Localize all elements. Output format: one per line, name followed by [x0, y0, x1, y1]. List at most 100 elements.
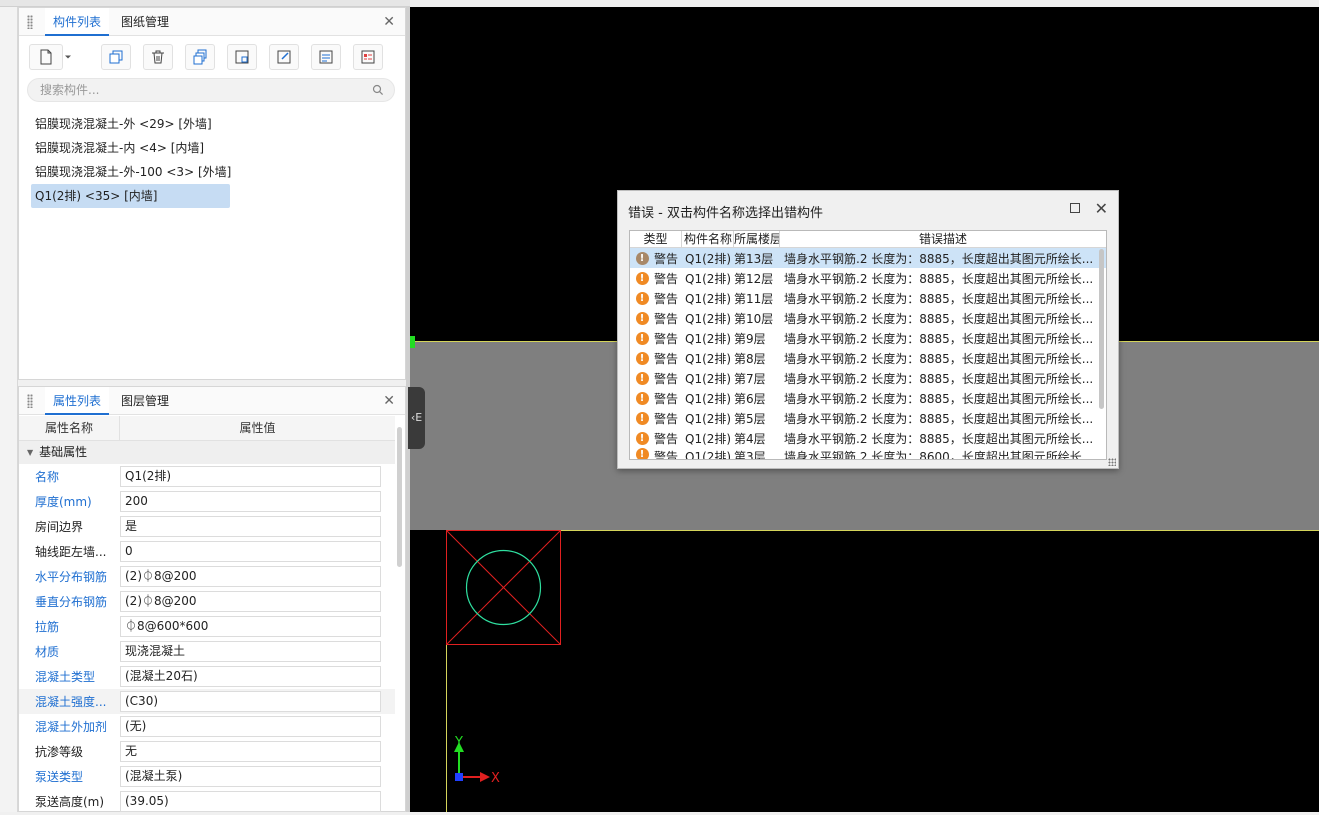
column-header-type[interactable]: 类型 — [630, 231, 682, 247]
warning-icon: ! — [635, 351, 649, 365]
property-value[interactable]: 200 — [120, 491, 381, 512]
list-item[interactable]: 铝膜现浇混凝土-外 <29> [外墙] — [31, 112, 391, 136]
list-item[interactable]: 铝膜现浇混凝土-内 <4> [内墙] — [31, 136, 391, 160]
close-icon[interactable]: ✕ — [1095, 199, 1108, 218]
property-panel-tabs: 属性列表 图层管理 ✕ — [19, 387, 405, 415]
table-row[interactable]: ! 警告 Q1(2排) 第6层 墙身水平钢筋.2 长度为：8885，长度超出其图元所绘长… — [630, 388, 1106, 408]
property-value[interactable]: ⏀8@600*600 — [120, 616, 381, 637]
edit-button[interactable] — [269, 44, 299, 70]
property-value[interactable]: 无 — [120, 741, 381, 762]
property-value[interactable]: (无) — [120, 716, 381, 737]
row-desc: 墙身水平钢筋.2 长度为：8885，长度超出其图元所绘长... — [784, 371, 1094, 386]
resize-grip-icon[interactable] — [1108, 458, 1116, 466]
table-row: 拉筋 ⏀8@600*600 — [19, 614, 395, 639]
property-value[interactable]: (2)⏀8@200 — [120, 591, 381, 612]
property-value[interactable]: 是 — [120, 516, 381, 537]
row-name[interactable]: Q1(2排) — [682, 370, 734, 387]
row-desc: 墙身水平钢筋.2 长度为：8885，长度超出其图元所绘长... — [784, 431, 1094, 446]
property-value[interactable]: (混凝土泵) — [120, 766, 381, 787]
row-type: 警告 — [654, 311, 679, 326]
property-name: 材质 — [35, 645, 60, 659]
row-type: 警告 — [654, 271, 679, 286]
column-header-desc[interactable]: 错误描述 — [780, 231, 1106, 247]
column-header-name[interactable]: 构件名称 — [682, 231, 734, 247]
tab-component-list[interactable]: 构件列表 — [45, 8, 110, 36]
panel-collapse-tab[interactable]: ‹E — [408, 387, 425, 449]
property-name: 混凝土外加剂 — [35, 720, 108, 734]
list-item[interactable]: 铝膜现浇混凝土-外-100 <3> [外墙] — [31, 160, 391, 184]
row-name[interactable]: Q1(2排) — [682, 330, 734, 347]
row-type: 警告 — [654, 411, 679, 426]
row-name[interactable]: Q1(2排) — [682, 390, 734, 407]
row-floor: 第11层 — [734, 291, 774, 306]
tab-layer-manage[interactable]: 图层管理 — [113, 387, 177, 415]
collapse-arrow-icon[interactable]: ▼ — [27, 441, 33, 464]
property-value[interactable]: (2)⏀8@200 — [120, 566, 381, 587]
table-row[interactable]: ! 警告 Q1(2排) 第3层 墙身水平钢筋.2 长度为：8600，长度超出其图元所绘长… — [630, 448, 1106, 459]
maximize-icon[interactable] — [1070, 203, 1080, 213]
new-dropdown-button[interactable] — [63, 44, 73, 70]
green-grip-marker[interactable] — [410, 336, 415, 348]
report-button[interactable] — [353, 44, 383, 70]
row-desc: 墙身水平钢筋.2 长度为：8885，长度超出其图元所绘长... — [784, 271, 1094, 286]
list-item-selected[interactable]: Q1(2排) <35> [内墙] — [31, 184, 230, 208]
drag-grip-icon[interactable] — [27, 15, 33, 29]
table-row: 垂直分布钢筋 (2)⏀8@200 — [19, 589, 395, 614]
row-floor: 第8层 — [734, 351, 766, 366]
property-value[interactable]: (39.05) — [120, 791, 381, 812]
drag-grip-icon[interactable] — [27, 394, 33, 408]
property-value[interactable]: 0 — [120, 541, 381, 562]
tab-drawing-manage[interactable]: 图纸管理 — [113, 8, 177, 36]
row-name[interactable]: Q1(2排) — [682, 430, 734, 447]
copy-button[interactable] — [101, 44, 131, 70]
table-row: 轴线距左墙... 0 — [19, 539, 395, 564]
component-panel-tabs: 构件列表 图纸管理 ✕ — [19, 8, 405, 36]
row-name[interactable]: Q1(2排) — [682, 270, 734, 287]
row-name[interactable]: Q1(2排) — [682, 448, 734, 459]
close-icon[interactable]: ✕ — [383, 14, 395, 30]
warning-icon: ! — [635, 271, 649, 285]
column-header-floor[interactable]: 所属楼层 — [734, 231, 780, 247]
table-row: 名称 Q1(2排) — [19, 464, 395, 489]
new-component-button[interactable] — [29, 44, 63, 70]
property-value[interactable]: Q1(2排) — [120, 466, 381, 487]
table-row[interactable]: ! 警告 Q1(2排) 第7层 墙身水平钢筋.2 长度为：8885，长度超出其图元所绘长… — [630, 368, 1106, 388]
property-name: 名称 — [35, 470, 60, 484]
search-input[interactable] — [40, 82, 360, 98]
table-row[interactable]: ! 警告 Q1(2排) 第10层 墙身水平钢筋.2 长度为：8885，长度超出其图元所绘… — [630, 308, 1106, 328]
row-floor: 第6层 — [734, 391, 766, 406]
tab-property-list[interactable]: 属性列表 — [45, 387, 110, 415]
left-toolbar-edge — [0, 7, 18, 812]
delete-button[interactable] — [143, 44, 173, 70]
list-button[interactable] — [311, 44, 341, 70]
table-row[interactable]: ! 警告 Q1(2排) 第12层 墙身水平钢筋.2 长度为：8885，长度超出其图元所绘… — [630, 268, 1106, 288]
property-scrollbar[interactable] — [397, 427, 402, 567]
property-group-basic[interactable]: ▼ 基础属性 — [19, 441, 395, 464]
row-type: 警告 — [654, 431, 679, 446]
row-name[interactable]: Q1(2排) — [682, 310, 734, 327]
save-button[interactable] — [227, 44, 257, 70]
warning-icon: ! — [635, 431, 649, 445]
row-name[interactable]: Q1(2排) — [682, 410, 734, 427]
property-value[interactable]: (混凝土20石) — [120, 666, 381, 687]
row-type: 警告 — [654, 251, 679, 266]
table-row[interactable]: ! 警告 Q1(2排) 第8层 墙身水平钢筋.2 长度为：8885，长度超出其图元所绘长… — [630, 348, 1106, 368]
table-row[interactable]: ! 警告 Q1(2排) 第11层 墙身水平钢筋.2 长度为：8885，长度超出其图元所绘… — [630, 288, 1106, 308]
warning-icon: ! — [635, 448, 649, 459]
table-row[interactable]: ! 警告 Q1(2排) 第5层 墙身水平钢筋.2 长度为：8885，长度超出其图元所绘长… — [630, 408, 1106, 428]
property-value[interactable]: (C30) — [120, 691, 381, 712]
row-name[interactable]: Q1(2排) — [682, 290, 734, 307]
side-tab-label: E — [415, 411, 423, 424]
table-row[interactable]: ! 警告 Q1(2排) 第9层 墙身水平钢筋.2 长度为：8885，长度超出其图元所绘长… — [630, 328, 1106, 348]
table-row[interactable]: ! 警告 Q1(2排) 第4层 墙身水平钢筋.2 长度为：8885，长度超出其图元所绘长… — [630, 428, 1106, 448]
property-value[interactable]: 现浇混凝土 — [120, 641, 381, 662]
error-list-scrollbar[interactable] — [1099, 249, 1104, 409]
table-row[interactable]: ! 警告 Q1(2排) 第13层 墙身水平钢筋.2 长度为：8885，长度超出其图元所绘… — [630, 248, 1106, 268]
layer-copy-button[interactable] — [185, 44, 215, 70]
row-name[interactable]: Q1(2排) — [682, 350, 734, 367]
close-icon[interactable]: ✕ — [383, 393, 395, 409]
search-icon[interactable] — [372, 84, 384, 96]
row-name[interactable]: Q1(2排) — [682, 250, 734, 267]
row-desc: 墙身水平钢筋.2 长度为：8885，长度超出其图元所绘长... — [784, 251, 1094, 266]
edit-icon — [277, 50, 291, 64]
